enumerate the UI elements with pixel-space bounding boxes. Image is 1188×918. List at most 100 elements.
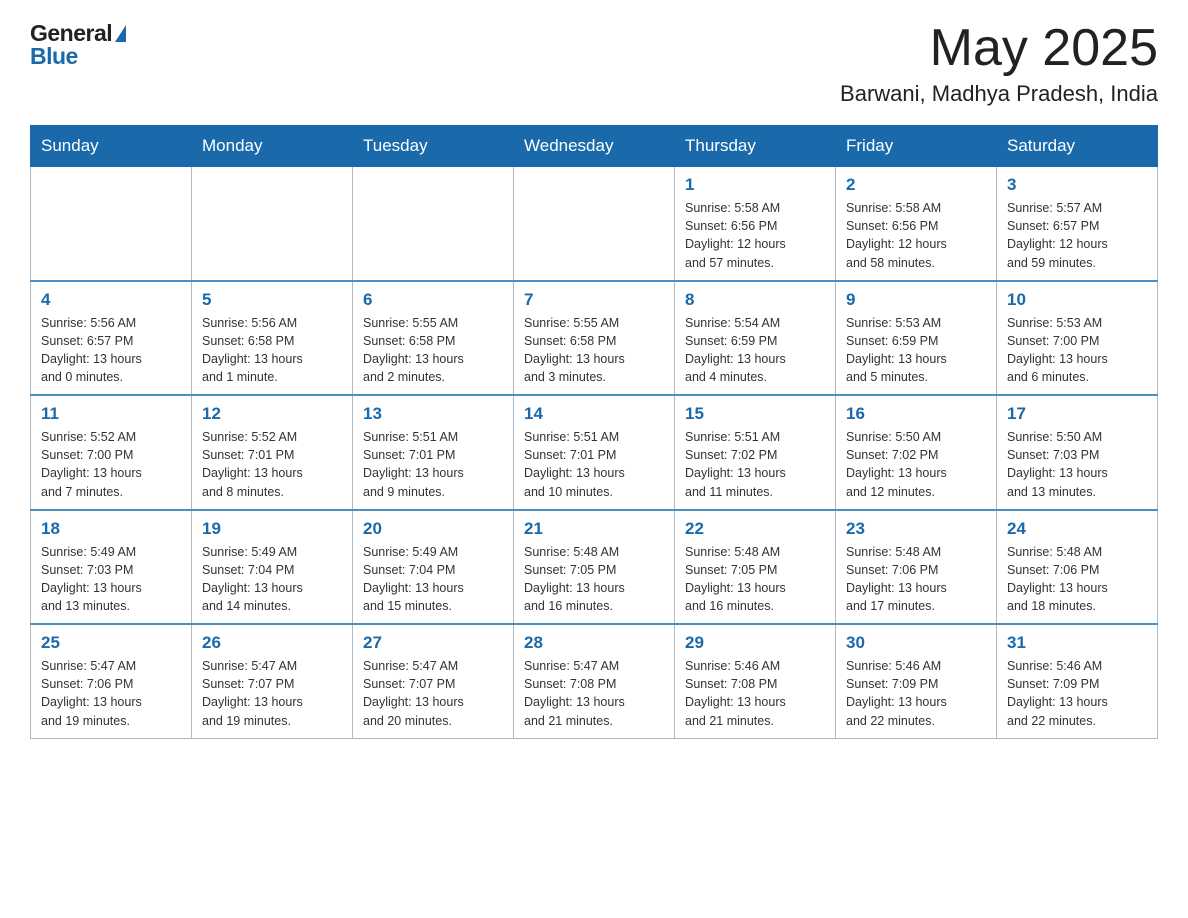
day-number: 31	[1007, 633, 1147, 653]
calendar-cell: 14 Sunrise: 5:51 AM Sunset: 7:01 PM Dayli…	[514, 395, 675, 510]
calendar-cell: 16 Sunrise: 5:50 AM Sunset: 7:02 PM Dayli…	[836, 395, 997, 510]
calendar-cell	[353, 167, 514, 281]
day-number: 30	[846, 633, 986, 653]
calendar-table: SundayMondayTuesdayWednesdayThursdayFrid…	[30, 125, 1158, 739]
calendar-cell: 4Sunrise: 5:56 AM Sunset: 6:57 PM Daylig…	[31, 281, 192, 396]
day-info: Sunrise: 5:50 AM Sunset: 7:02 PM Dayligh…	[846, 428, 986, 501]
day-number: 16	[846, 404, 986, 424]
day-info: Sunrise: 5:54 AM Sunset: 6:59 PM Dayligh…	[685, 314, 825, 387]
day-number: 25	[41, 633, 181, 653]
calendar-cell: 2 Sunrise: 5:58 AM Sunset: 6:56 PM Daylig…	[836, 167, 997, 281]
calendar-header-thursday: Thursday	[675, 126, 836, 167]
day-info: Sunrise: 5:47 AM Sunset: 7:06 PM Dayligh…	[41, 657, 181, 730]
calendar-cell: 28Sunrise: 5:47 AM Sunset: 7:08 PM Dayli…	[514, 624, 675, 738]
day-number: 10	[1007, 290, 1147, 310]
day-info: Sunrise: 5:46 AM Sunset: 7:09 PM Dayligh…	[1007, 657, 1147, 730]
day-info: Sunrise: 5:56 AM Sunset: 6:57 PM Dayligh…	[41, 314, 181, 387]
location-title: Barwani, Madhya Pradesh, India	[840, 81, 1158, 107]
calendar-cell: 17 Sunrise: 5:50 AM Sunset: 7:03 PM Dayli…	[997, 395, 1158, 510]
calendar-cell: 9 Sunrise: 5:53 AM Sunset: 6:59 PM Daylig…	[836, 281, 997, 396]
calendar-cell: 10 Sunrise: 5:53 AM Sunset: 7:00 PM Dayli…	[997, 281, 1158, 396]
day-info: Sunrise: 5:49 AM Sunset: 7:04 PM Dayligh…	[202, 543, 342, 616]
calendar-cell: 31 Sunrise: 5:46 AM Sunset: 7:09 PM Dayli…	[997, 624, 1158, 738]
day-number: 5	[202, 290, 342, 310]
day-info: Sunrise: 5:51 AM Sunset: 7:01 PM Dayligh…	[524, 428, 664, 501]
day-info: Sunrise: 5:58 AM Sunset: 6:56 PM Dayligh…	[846, 199, 986, 272]
day-info: Sunrise: 5:55 AM Sunset: 6:58 PM Dayligh…	[524, 314, 664, 387]
calendar-header-tuesday: Tuesday	[353, 126, 514, 167]
day-info: Sunrise: 5:48 AM Sunset: 7:06 PM Dayligh…	[1007, 543, 1147, 616]
calendar-cell: 3Sunrise: 5:57 AM Sunset: 6:57 PM Daylig…	[997, 167, 1158, 281]
calendar-header-row: SundayMondayTuesdayWednesdayThursdayFrid…	[31, 126, 1158, 167]
day-info: Sunrise: 5:56 AM Sunset: 6:58 PM Dayligh…	[202, 314, 342, 387]
calendar-cell: 29Sunrise: 5:46 AM Sunset: 7:08 PM Dayli…	[675, 624, 836, 738]
calendar-cell	[192, 167, 353, 281]
calendar-header-saturday: Saturday	[997, 126, 1158, 167]
day-number: 8	[685, 290, 825, 310]
calendar-cell: 19Sunrise: 5:49 AM Sunset: 7:04 PM Dayli…	[192, 510, 353, 625]
day-number: 7	[524, 290, 664, 310]
calendar-cell: 18 Sunrise: 5:49 AM Sunset: 7:03 PM Dayli…	[31, 510, 192, 625]
calendar-header-wednesday: Wednesday	[514, 126, 675, 167]
calendar-cell: 5 Sunrise: 5:56 AM Sunset: 6:58 PM Daylig…	[192, 281, 353, 396]
day-info: Sunrise: 5:47 AM Sunset: 7:08 PM Dayligh…	[524, 657, 664, 730]
calendar-cell: 8 Sunrise: 5:54 AM Sunset: 6:59 PM Daylig…	[675, 281, 836, 396]
day-info: Sunrise: 5:52 AM Sunset: 7:01 PM Dayligh…	[202, 428, 342, 501]
day-info: Sunrise: 5:47 AM Sunset: 7:07 PM Dayligh…	[202, 657, 342, 730]
day-number: 11	[41, 404, 181, 424]
day-number: 18	[41, 519, 181, 539]
day-info: Sunrise: 5:51 AM Sunset: 7:02 PM Dayligh…	[685, 428, 825, 501]
day-info: Sunrise: 5:57 AM Sunset: 6:57 PM Dayligh…	[1007, 199, 1147, 272]
calendar-cell: 20Sunrise: 5:49 AM Sunset: 7:04 PM Dayli…	[353, 510, 514, 625]
day-info: Sunrise: 5:48 AM Sunset: 7:06 PM Dayligh…	[846, 543, 986, 616]
day-info: Sunrise: 5:52 AM Sunset: 7:00 PM Dayligh…	[41, 428, 181, 501]
calendar-cell: 26 Sunrise: 5:47 AM Sunset: 7:07 PM Dayli…	[192, 624, 353, 738]
day-info: Sunrise: 5:51 AM Sunset: 7:01 PM Dayligh…	[363, 428, 503, 501]
day-number: 13	[363, 404, 503, 424]
day-info: Sunrise: 5:48 AM Sunset: 7:05 PM Dayligh…	[685, 543, 825, 616]
day-number: 22	[685, 519, 825, 539]
day-info: Sunrise: 5:53 AM Sunset: 7:00 PM Dayligh…	[1007, 314, 1147, 387]
day-number: 27	[363, 633, 503, 653]
day-number: 1	[685, 175, 825, 195]
calendar-header-sunday: Sunday	[31, 126, 192, 167]
day-number: 26	[202, 633, 342, 653]
day-number: 23	[846, 519, 986, 539]
day-info: Sunrise: 5:58 AM Sunset: 6:56 PM Dayligh…	[685, 199, 825, 272]
day-number: 14	[524, 404, 664, 424]
day-info: Sunrise: 5:48 AM Sunset: 7:05 PM Dayligh…	[524, 543, 664, 616]
day-number: 29	[685, 633, 825, 653]
calendar-cell: 7 Sunrise: 5:55 AM Sunset: 6:58 PM Daylig…	[514, 281, 675, 396]
calendar-week-2: 4Sunrise: 5:56 AM Sunset: 6:57 PM Daylig…	[31, 281, 1158, 396]
day-info: Sunrise: 5:53 AM Sunset: 6:59 PM Dayligh…	[846, 314, 986, 387]
month-title: May 2025	[840, 20, 1158, 77]
calendar-cell: 24 Sunrise: 5:48 AM Sunset: 7:06 PM Dayli…	[997, 510, 1158, 625]
day-number: 2	[846, 175, 986, 195]
calendar-cell: 25 Sunrise: 5:47 AM Sunset: 7:06 PM Dayli…	[31, 624, 192, 738]
calendar-cell: 30Sunrise: 5:46 AM Sunset: 7:09 PM Dayli…	[836, 624, 997, 738]
day-number: 9	[846, 290, 986, 310]
calendar-cell: 21Sunrise: 5:48 AM Sunset: 7:05 PM Dayli…	[514, 510, 675, 625]
calendar-cell	[514, 167, 675, 281]
calendar-week-4: 18 Sunrise: 5:49 AM Sunset: 7:03 PM Dayli…	[31, 510, 1158, 625]
calendar-header-friday: Friday	[836, 126, 997, 167]
day-number: 24	[1007, 519, 1147, 539]
day-info: Sunrise: 5:50 AM Sunset: 7:03 PM Dayligh…	[1007, 428, 1147, 501]
day-number: 20	[363, 519, 503, 539]
day-number: 15	[685, 404, 825, 424]
page-header: General Blue May 2025 Barwani, Madhya Pr…	[30, 20, 1158, 107]
logo-triangle-icon	[115, 25, 126, 42]
calendar-week-5: 25 Sunrise: 5:47 AM Sunset: 7:06 PM Dayli…	[31, 624, 1158, 738]
calendar-cell: 22 Sunrise: 5:48 AM Sunset: 7:05 PM Dayli…	[675, 510, 836, 625]
calendar-cell: 27 Sunrise: 5:47 AM Sunset: 7:07 PM Dayli…	[353, 624, 514, 738]
day-number: 17	[1007, 404, 1147, 424]
calendar-cell: 11 Sunrise: 5:52 AM Sunset: 7:00 PM Dayli…	[31, 395, 192, 510]
day-info: Sunrise: 5:47 AM Sunset: 7:07 PM Dayligh…	[363, 657, 503, 730]
calendar-cell	[31, 167, 192, 281]
calendar-cell: 6Sunrise: 5:55 AM Sunset: 6:58 PM Daylig…	[353, 281, 514, 396]
day-info: Sunrise: 5:55 AM Sunset: 6:58 PM Dayligh…	[363, 314, 503, 387]
calendar-cell: 13 Sunrise: 5:51 AM Sunset: 7:01 PM Dayli…	[353, 395, 514, 510]
day-info: Sunrise: 5:49 AM Sunset: 7:03 PM Dayligh…	[41, 543, 181, 616]
calendar-cell: 1 Sunrise: 5:58 AM Sunset: 6:56 PM Daylig…	[675, 167, 836, 281]
logo-blue-text: Blue	[30, 43, 78, 70]
